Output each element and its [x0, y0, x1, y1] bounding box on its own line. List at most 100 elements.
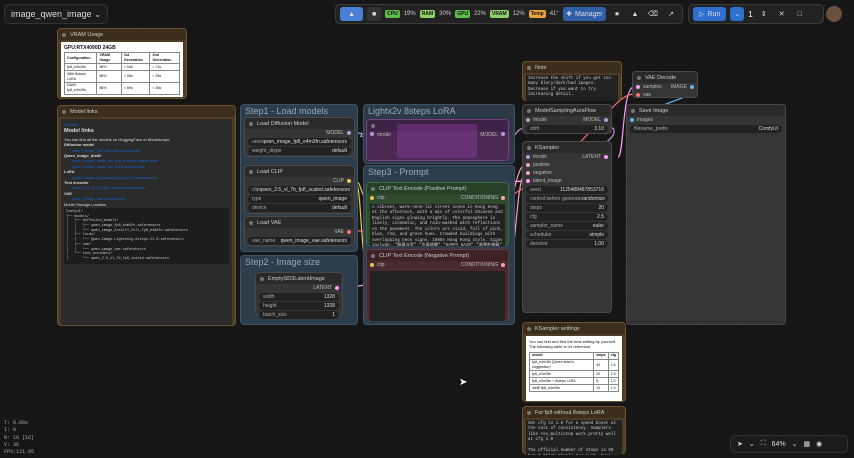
ram-value: 30%: [439, 11, 452, 17]
vram-table: Configuration VRAM Usage 1st Generation 2nd…: [63, 51, 180, 95]
vae-widget[interactable]: vae_name qwen_image_vae.safetensors: [248, 237, 351, 245]
scheduler-widget[interactable]: scheduler simple: [526, 231, 608, 239]
unet-widget[interactable]: unet qwen_image_fp8_e4m3fn.safetensors: [248, 138, 351, 146]
node-title: Note: [535, 64, 547, 71]
node-title: Load VAE: [257, 219, 282, 226]
settings-intro: You can test and find the best setting b…: [529, 339, 617, 350]
chevron-down-icon[interactable]: ⌄: [94, 10, 101, 19]
manager-button[interactable]: ✚ Manager: [562, 7, 606, 21]
comfy-logo-button[interactable]: ▲: [340, 7, 364, 21]
sampler-widget[interactable]: sampler_name euler: [526, 222, 608, 230]
group-title: Lightx2v 8steps LoRA: [368, 106, 456, 116]
play-icon: ▷: [699, 11, 705, 18]
vram-value: 12%: [512, 11, 525, 17]
node-title: EmptySD3LatentImage: [268, 275, 325, 282]
type-widget[interactable]: type qwen_image: [248, 195, 351, 203]
temp-badge: Temp: [528, 10, 546, 18]
workflow-tab[interactable]: image_qwen_image ⌄: [4, 4, 108, 24]
node-title: CLIP Text Encode (Positive Prompt): [379, 185, 467, 192]
node-title: For fp8 without 8steps LoRA: [535, 409, 605, 416]
run-controls: ▷ Run ⌄ 1 ⇕ ✕ □: [688, 4, 824, 24]
load-diffusion-model-node[interactable]: Load Diffusion Model MODEL unet qwen_imag…: [244, 117, 355, 157]
node-title: Load Diffusion Model: [257, 120, 309, 127]
vae-decode-node[interactable]: VAE Decode samples IMAGE vae: [632, 71, 698, 98]
table-row: Distill fp8_e4m3fn 86% ≈ 69s ≈ 36s: [63, 81, 180, 95]
fit-view-icon[interactable]: ⛶: [761, 440, 766, 448]
negative-prompt-node[interactable]: CLIP Text Encode (Negative Prompt) clip C…: [366, 249, 509, 321]
output-label: CLIP: [332, 178, 344, 184]
model-links-heading: Model links: [64, 128, 94, 135]
model-links-title: Model links: [70, 108, 98, 115]
positive-prompt-node[interactable]: CLIP Text Encode (Positive Prompt) clip C…: [366, 182, 509, 246]
output-label: LATENT: [313, 285, 332, 291]
filename-prefix-widget[interactable]: filename_prefix ComfyUI: [630, 125, 782, 133]
tutorial-link[interactable]: Tutorial: [64, 122, 229, 127]
puzzle-icon: ✚: [566, 11, 573, 18]
cfg-widget[interactable]: cfg 2.5: [526, 213, 608, 221]
ksampler-settings-node[interactable]: KSampler settings You can test and find …: [522, 322, 626, 402]
model-sampling-node[interactable]: ModelSamplingAuraFlow model MODEL shift 3.…: [522, 104, 612, 134]
note-node[interactable]: Note Increase the shift if you get too m…: [522, 61, 622, 101]
shift-widget[interactable]: shift 3.10: [526, 125, 608, 133]
output-label: VAE: [334, 229, 344, 235]
device-widget[interactable]: device default: [248, 204, 351, 212]
node-title: VAE Decode: [645, 74, 677, 81]
node-title: ModelSamplingAuraFlow: [535, 107, 597, 114]
node-title: Load CLIP: [257, 168, 283, 175]
height-widget[interactable]: height 1328: [259, 302, 339, 310]
clip-widget[interactable]: clip qwen_2.5_vl_7b_fp8_scaled.safetensor…: [248, 186, 351, 194]
bookmark-icon[interactable]: ■: [367, 7, 382, 21]
vram-usage-node[interactable]: VRAM Usage GPU:RTX4090D 24GB Configurati…: [57, 28, 187, 99]
workflow-title: image_qwen_image: [11, 9, 92, 19]
table-row: fp8_e4m3fn 20 2.5: [528, 370, 620, 379]
chevron-down-icon[interactable]: ⌄: [792, 440, 798, 448]
pointer-icon[interactable]: ➤: [737, 440, 743, 448]
queue-spin-icon[interactable]: ⇕: [757, 7, 771, 21]
dtype-widget[interactable]: weight_dtype default: [248, 147, 351, 155]
storage-label: Model Storage Location: [64, 201, 107, 207]
queue-count[interactable]: 1: [748, 10, 752, 19]
load-vae-node[interactable]: Load VAE VAE vae_name qwen_image_vae.safe…: [244, 216, 355, 246]
share-icon[interactable]: ↗: [664, 7, 678, 21]
queue-panel-icon[interactable]: □: [793, 7, 807, 21]
fp8-note-node[interactable]: For fp8 without 8steps LoRA Set cfg to 1…: [522, 406, 626, 455]
denoise-widget[interactable]: denoise 1.00: [526, 240, 608, 248]
batch-widget[interactable]: batch_size 1: [259, 311, 339, 319]
group-title: Step2 - Image size: [245, 257, 321, 267]
broom-icon[interactable]: ⌫: [646, 7, 660, 21]
minimap-icon[interactable]: ▦: [804, 440, 811, 448]
width-widget[interactable]: width 1328: [259, 293, 339, 301]
model-links-node[interactable]: Model links Tutorial Model links You can…: [57, 105, 236, 326]
empty-latent-node[interactable]: EmptySD3LatentImage LATENT width 1328 hei…: [255, 272, 343, 319]
alert-icon[interactable]: ▲: [628, 7, 642, 21]
top-toolbar: ▲ ■ CPU 19% RAM 30% GPU 22% VRAM 12% Tem…: [335, 4, 683, 24]
temp-value: 41°: [549, 11, 559, 17]
fp8-note-text[interactable]: Set cfg to 1.0 for a speed boost at the …: [526, 420, 622, 455]
run-button[interactable]: ▷ Run: [693, 7, 727, 21]
positive-prompt-text[interactable]: A vibrant, warm neon-lit street scene in…: [370, 204, 505, 246]
close-icon[interactable]: ✕: [775, 7, 789, 21]
run-options-chevron-icon[interactable]: ⌄: [730, 7, 745, 21]
node-title: KSampler settings: [535, 325, 580, 332]
load-clip-node[interactable]: Load CLIP CLIP clip qwen_2.5_vl_7b_fp8_sc…: [244, 165, 355, 214]
seed-widget[interactable]: seed 1125488487853716: [526, 186, 608, 194]
user-avatar[interactable]: [826, 6, 842, 22]
table-row: fp8_e4m3fn (Qwen team's suggestion) 40 2.5: [528, 358, 620, 372]
group-title: Step3 - Prompt: [368, 167, 429, 177]
ksampler-node[interactable]: KSampler model LATENT positive negative l…: [522, 141, 612, 313]
lora-loader-node[interactable]: model MODEL: [366, 119, 509, 161]
vram-heading: GPU:RTX4090D 24GB: [64, 45, 116, 51]
steps-widget[interactable]: steps 20: [526, 204, 608, 212]
group-title: Step1 - Load models: [245, 106, 329, 116]
save-image-node[interactable]: Save Image images filename_prefix ComfyUI: [626, 104, 786, 325]
link-visibility-icon[interactable]: ◉: [816, 440, 822, 448]
control-widget[interactable]: control before generate randomize: [526, 195, 608, 203]
render-stats: T: 0.00s I: 0 N: 16 [16] V: 36 FPS:121.9…: [4, 420, 35, 455]
zoom-level[interactable]: 64%: [772, 441, 786, 448]
output-label: MODEL: [326, 130, 344, 136]
note-text[interactable]: Increase the shift if you get too many b…: [526, 75, 618, 101]
chevron-down-icon[interactable]: ⌄: [749, 440, 755, 448]
negative-prompt-text[interactable]: [370, 271, 505, 321]
star-icon[interactable]: ★: [610, 7, 624, 21]
vram-node-title: VRAM Usage: [70, 31, 104, 38]
